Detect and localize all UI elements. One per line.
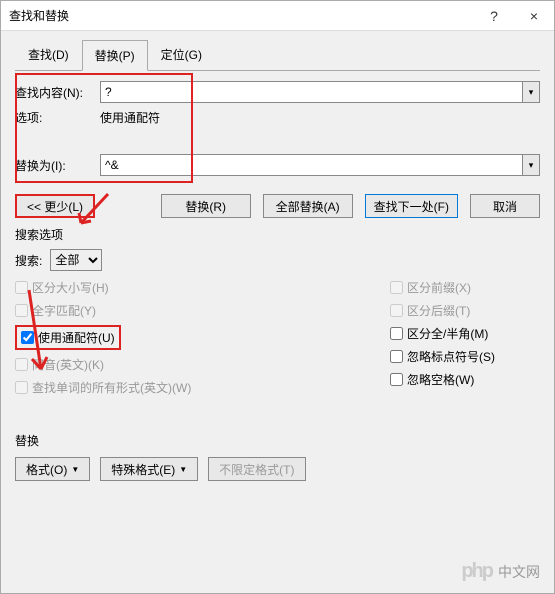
tab-find[interactable]: 查找(D) bbox=[15, 39, 82, 70]
chk-wildcard-input[interactable] bbox=[21, 331, 34, 344]
replace-row: 替换为(I): ▾ bbox=[15, 154, 540, 176]
find-next-button[interactable]: 查找下一处(F) bbox=[365, 194, 458, 218]
options-value: 使用通配符 bbox=[100, 109, 160, 126]
watermark-logo-icon: php bbox=[461, 560, 492, 583]
cancel-button[interactable]: 取消 bbox=[470, 194, 540, 218]
checkbox-left-col: 区分大小写(H) 全字匹配(Y) 使用通配符(U) 同音(英文)(K) 查找单词… bbox=[15, 279, 390, 402]
search-direction-row: 搜索: 全部 bbox=[15, 249, 540, 271]
chevron-down-icon: ▼ bbox=[71, 465, 79, 474]
find-label: 查找内容(N): bbox=[15, 84, 100, 101]
chk-wildcard[interactable]: 使用通配符(U) bbox=[15, 325, 121, 350]
chk-prefix-input bbox=[390, 281, 403, 294]
options-label: 选项: bbox=[15, 109, 100, 126]
replace-dropdown-button[interactable]: ▾ bbox=[522, 154, 540, 176]
less-button[interactable]: << 更少(L) bbox=[15, 194, 95, 218]
titlebar: 查找和替换 ? × bbox=[1, 1, 554, 31]
search-options-header: 搜索选项 bbox=[15, 226, 540, 243]
chk-prefix: 区分前缀(X) bbox=[390, 279, 540, 296]
action-buttons-row: << 更少(L) 替换(R) 全部替换(A) 查找下一处(F) 取消 bbox=[15, 194, 540, 218]
checkbox-right-col: 区分前缀(X) 区分后缀(T) 区分全/半角(M) 忽略标点符号(S) 忽略空格… bbox=[390, 279, 540, 402]
find-options-row: 选项: 使用通配符 bbox=[15, 109, 540, 126]
chk-suffix-input bbox=[390, 304, 403, 317]
find-row: 查找内容(N): ▾ bbox=[15, 81, 540, 103]
chk-halfwidth-input[interactable] bbox=[390, 327, 403, 340]
chevron-down-icon: ▼ bbox=[179, 465, 187, 474]
watermark: php 中文网 bbox=[461, 560, 540, 583]
special-format-button[interactable]: 特殊格式(E)▼ bbox=[100, 457, 198, 481]
chk-homophone-input bbox=[15, 358, 28, 371]
help-button[interactable]: ? bbox=[474, 1, 514, 31]
search-direction-label: 搜索: bbox=[15, 252, 42, 269]
chk-wordforms: 查找单词的所有形式(英文)(W) bbox=[15, 379, 390, 396]
dialog-body: 查找内容(N): ▾ 选项: 使用通配符 替换为(I): ▾ << 更少(L) … bbox=[1, 71, 554, 491]
chk-halfwidth[interactable]: 区分全/半角(M) bbox=[390, 325, 540, 342]
tab-strip: 查找(D) 替换(P) 定位(G) bbox=[1, 31, 554, 70]
chk-homophone: 同音(英文)(K) bbox=[15, 356, 390, 373]
tab-replace[interactable]: 替换(P) bbox=[82, 40, 148, 71]
chk-punct-input[interactable] bbox=[390, 350, 403, 363]
close-button[interactable]: × bbox=[514, 1, 554, 31]
replace-all-button[interactable]: 全部替换(A) bbox=[263, 194, 353, 218]
checkbox-columns: 区分大小写(H) 全字匹配(Y) 使用通配符(U) 同音(英文)(K) 查找单词… bbox=[15, 279, 540, 402]
replace-label: 替换为(I): bbox=[15, 157, 100, 174]
chk-suffix: 区分后缀(T) bbox=[390, 302, 540, 319]
find-replace-dialog: 查找和替换 ? × 查找(D) 替换(P) 定位(G) 查找内容(N): ▾ 选… bbox=[0, 0, 555, 594]
format-button[interactable]: 格式(O)▼ bbox=[15, 457, 90, 481]
replace-format-section: 替换 格式(O)▼ 特殊格式(E)▼ 不限定格式(T) bbox=[15, 432, 540, 481]
chk-case-input bbox=[15, 281, 28, 294]
chk-space-input[interactable] bbox=[390, 373, 403, 386]
replace-button[interactable]: 替换(R) bbox=[161, 194, 251, 218]
dialog-title: 查找和替换 bbox=[9, 7, 474, 24]
tab-goto[interactable]: 定位(G) bbox=[148, 39, 215, 70]
watermark-text: 中文网 bbox=[498, 562, 540, 582]
chk-whole: 全字匹配(Y) bbox=[15, 302, 390, 319]
find-input[interactable] bbox=[100, 81, 522, 103]
chk-wordforms-input bbox=[15, 381, 28, 394]
replace-format-header: 替换 bbox=[15, 432, 540, 449]
chk-case: 区分大小写(H) bbox=[15, 279, 390, 296]
search-direction-select[interactable]: 全部 bbox=[50, 249, 102, 271]
replace-input[interactable] bbox=[100, 154, 522, 176]
chk-punct[interactable]: 忽略标点符号(S) bbox=[390, 348, 540, 365]
no-format-button: 不限定格式(T) bbox=[208, 457, 305, 481]
chk-whole-input bbox=[15, 304, 28, 317]
find-dropdown-button[interactable]: ▾ bbox=[522, 81, 540, 103]
chk-space[interactable]: 忽略空格(W) bbox=[390, 371, 540, 388]
